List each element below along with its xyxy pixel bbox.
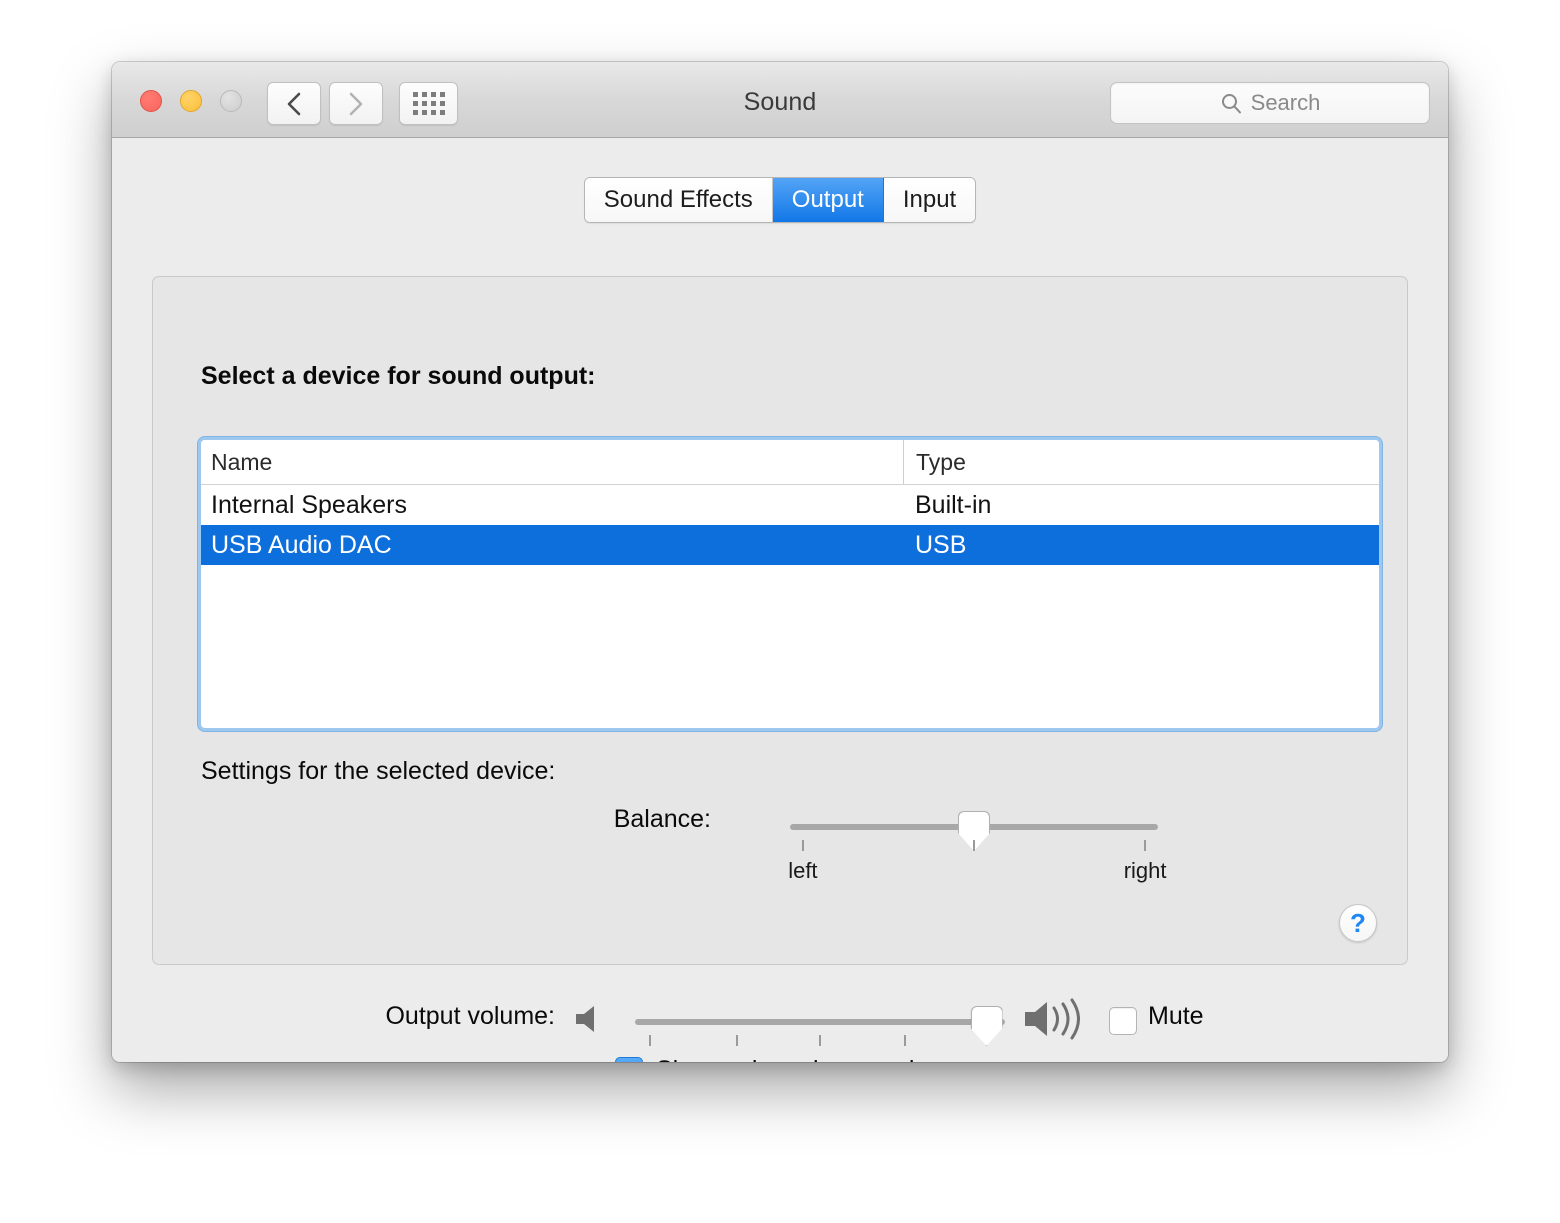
window-body: Sound Effects Output Input Select a devi… — [112, 138, 1448, 1062]
balance-right-label: right — [1123, 858, 1167, 883]
device-type: USB — [915, 530, 967, 559]
speaker-waves-icon — [1025, 998, 1080, 1040]
output-settings-groupbox: Select a device for sound output: Name T… — [152, 276, 1408, 965]
help-button[interactable]: ? — [1339, 904, 1377, 942]
tab-input[interactable]: Input — [883, 178, 976, 222]
balance-left-label: left — [788, 858, 818, 883]
column-header-name[interactable]: Name — [201, 440, 903, 484]
tab-bar: Sound Effects Output Input — [112, 177, 1448, 223]
column-header-type[interactable]: Type — [903, 440, 1379, 484]
balance-label: Balance: — [613, 805, 711, 833]
search-icon — [1221, 94, 1241, 114]
mute-label[interactable]: Mute — [1148, 1002, 1204, 1031]
mute-checkbox[interactable] — [1109, 1007, 1137, 1035]
table-row[interactable]: USB Audio DAC USB — [201, 525, 1379, 565]
balance-slider[interactable]: left right — [788, 811, 1167, 883]
device-name: Internal Speakers — [211, 490, 407, 519]
tab-output[interactable]: Output — [772, 178, 884, 222]
tab-sound-effects[interactable]: Sound Effects — [584, 178, 773, 222]
search-input[interactable]: Search — [1110, 82, 1430, 124]
output-volume-track[interactable] — [635, 1019, 1005, 1025]
output-volume-label: Output volume: — [385, 1002, 555, 1030]
device-name: USB Audio DAC — [211, 530, 392, 559]
sound-preferences-window: Sound Search Sound Effects Output Input … — [112, 62, 1448, 1062]
search-placeholder: Search — [1250, 90, 1321, 115]
show-volume-in-menu-bar-row: Show volume in menu bar — [112, 1056, 1448, 1062]
table-row[interactable]: Internal Speakers Built-in — [201, 485, 1379, 525]
output-volume-slider[interactable] — [635, 1006, 1005, 1046]
speaker-icon — [576, 1006, 594, 1032]
device-type: Built-in — [915, 490, 992, 519]
output-volume-ticks — [635, 1035, 1005, 1047]
window-titlebar: Sound Search — [112, 62, 1448, 138]
output-device-table[interactable]: Name Type Internal Speakers Built-in USB… — [201, 440, 1379, 728]
output-volume-row: Output volume: Mute — [112, 989, 1448, 1049]
checkmark-icon — [619, 1061, 639, 1063]
show-volume-label[interactable]: Show volume in menu bar — [656, 1056, 945, 1062]
table-header-row: Name Type — [201, 440, 1379, 485]
balance-slider-ticks — [790, 840, 1158, 852]
show-volume-checkbox[interactable] — [614, 1056, 643, 1063]
settings-section-title: Settings for the selected device: — [201, 757, 556, 785]
device-section-title: Select a device for sound output: — [201, 362, 596, 390]
